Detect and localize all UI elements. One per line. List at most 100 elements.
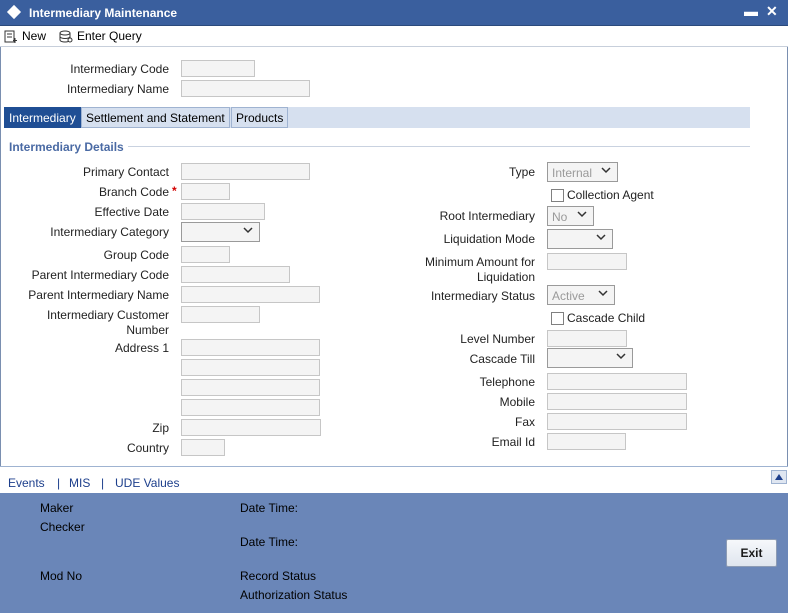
section-divider [128, 146, 750, 147]
root-intermediary-label: Root Intermediary [439, 209, 535, 223]
new-button[interactable]: New [4, 28, 46, 44]
intermediary-category-select[interactable] [181, 222, 260, 242]
parent-intermediary-code-label: Parent Intermediary Code [31, 268, 169, 282]
fax-label: Fax [514, 415, 535, 429]
primary-contact-input[interactable] [181, 163, 310, 180]
branch-code-label: Branch Code [98, 185, 169, 199]
country-label: Country [126, 441, 169, 455]
parent-intermediary-name-label: Parent Intermediary Name [28, 288, 169, 302]
required-marker: * [172, 184, 177, 198]
close-icon[interactable]: ✕ [766, 4, 778, 18]
email-id-input[interactable] [547, 433, 626, 450]
customer-number-label-line1: Intermediary Customer [46, 308, 169, 322]
authorization-status-label: Authorization Status [240, 588, 348, 602]
new-label: New [22, 29, 47, 43]
collection-agent-checkbox[interactable] [551, 189, 564, 202]
cascade-child-checkbox[interactable] [551, 312, 564, 325]
intermediary-code-input[interactable] [181, 60, 255, 77]
type-label: Type [508, 165, 535, 179]
enter-query-label: Enter Query [77, 29, 142, 43]
chevron-down-icon [577, 211, 587, 218]
address-line1-input[interactable] [181, 339, 320, 356]
customer-number-label-line2: Number [126, 323, 169, 337]
intermediary-name-label: Intermediary Name [66, 82, 169, 96]
maker-date-time-label: Date Time: [240, 501, 299, 515]
intermediary-code-label: Intermediary Code [70, 62, 169, 76]
events-link[interactable]: Events [8, 476, 45, 490]
group-code-label: Group Code [103, 248, 169, 262]
maker-label: Maker [40, 501, 74, 515]
address1-label: Address 1 [114, 341, 169, 355]
tab-intermediary[interactable]: Intermediary [4, 107, 81, 128]
mobile-label: Mobile [499, 395, 535, 409]
parent-intermediary-name-input[interactable] [181, 286, 320, 303]
section-title: Intermediary Details [9, 140, 124, 154]
title-bar: Intermediary Maintenance ▬ ✕ [0, 0, 788, 26]
collection-agent-label: Collection Agent [567, 188, 654, 202]
effective-date-label: Effective Date [94, 205, 169, 219]
cascade-child-label: Cascade Child [567, 311, 646, 325]
type-select[interactable]: Internal [547, 162, 618, 182]
chevron-down-icon [596, 234, 606, 241]
link-separator: | [57, 476, 61, 490]
min-amount-label-line1: Minimum Amount for [424, 255, 535, 269]
minimize-icon[interactable]: ▬ [744, 4, 758, 18]
tab-strip: Intermediary Settlement and Statement Pr… [4, 107, 750, 128]
effective-date-input[interactable] [181, 203, 265, 220]
scroll-up-button[interactable] [771, 470, 787, 484]
liquidation-mode-label: Liquidation Mode [443, 232, 535, 246]
min-amount-label-line2: Liquidation [476, 270, 535, 284]
bottom-links-bar: Events | MIS | UDE Values [0, 466, 788, 493]
window-title: Intermediary Maintenance [29, 6, 178, 20]
mobile-input[interactable] [547, 393, 687, 410]
tab-products[interactable]: Products [231, 107, 289, 128]
intermediary-category-label: Intermediary Category [50, 225, 169, 239]
chevron-down-icon [601, 167, 611, 174]
mod-no-label: Mod No [40, 569, 83, 583]
min-amount-input[interactable] [547, 253, 627, 270]
root-intermediary-value: No [552, 210, 568, 224]
app-icon [6, 4, 22, 20]
primary-contact-label: Primary Contact [82, 165, 169, 179]
mis-link[interactable]: MIS [69, 476, 90, 490]
level-number-label: Level Number [460, 332, 535, 346]
record-status-label: Record Status [240, 569, 317, 583]
link-separator: | [101, 476, 105, 490]
address-line4-input[interactable] [181, 399, 320, 416]
level-number-input[interactable] [547, 330, 627, 347]
cascade-till-select[interactable] [547, 348, 633, 368]
new-document-icon [4, 30, 17, 43]
group-code-input[interactable] [181, 246, 230, 263]
caret-up-icon [775, 474, 783, 480]
query-icon [59, 30, 73, 42]
intermediary-status-value: Active [552, 289, 585, 303]
toolbar: New Enter Query [0, 26, 788, 47]
email-id-label: Email Id [491, 435, 535, 449]
tab-settlement-and-statement[interactable]: Settlement and Statement [81, 107, 230, 128]
telephone-input[interactable] [547, 373, 687, 390]
fax-input[interactable] [547, 413, 687, 430]
exit-button[interactable]: Exit [726, 539, 777, 567]
cascade-till-label: Cascade Till [469, 352, 535, 366]
zip-input[interactable] [181, 419, 321, 436]
zip-label: Zip [152, 421, 169, 435]
intermediary-name-input[interactable] [181, 80, 310, 97]
enter-query-button[interactable]: Enter Query [59, 28, 142, 44]
liquidation-mode-select[interactable] [547, 229, 613, 249]
branch-code-input[interactable] [181, 183, 230, 200]
address-line3-input[interactable] [181, 379, 320, 396]
intermediary-status-label: Intermediary Status [430, 289, 535, 303]
country-input[interactable] [181, 439, 225, 456]
chevron-down-icon [616, 353, 626, 360]
type-value: Internal [552, 166, 593, 180]
parent-intermediary-code-input[interactable] [181, 266, 290, 283]
checker-label: Checker [40, 520, 85, 534]
chevron-down-icon [598, 290, 608, 297]
ude-values-link[interactable]: UDE Values [115, 476, 179, 490]
root-intermediary-select[interactable]: No [547, 206, 594, 226]
intermediary-status-select[interactable]: Active [547, 285, 615, 305]
chevron-down-icon [243, 227, 253, 234]
checker-date-time-label: Date Time: [240, 535, 299, 549]
address-line2-input[interactable] [181, 359, 320, 376]
customer-number-input[interactable] [181, 306, 260, 323]
